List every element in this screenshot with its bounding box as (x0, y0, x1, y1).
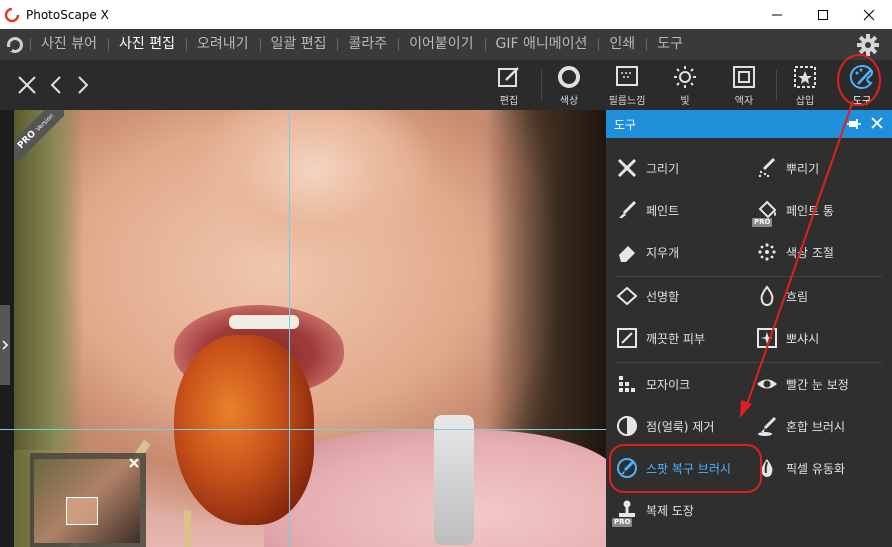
menu-batch-edit[interactable]: 일괄 편집 (259, 29, 338, 60)
left-panel-toggle[interactable] (0, 305, 10, 385)
tool-blur[interactable]: 흐림 (746, 278, 884, 314)
main-menu-bar: 사진 뷰어 사진 편집 오려내기 일괄 편집 콜라주 이어붙이기 GIF 애니메… (0, 29, 892, 60)
tools-palette-icon (849, 64, 874, 89)
eraser-icon (619, 246, 635, 262)
close-icon (863, 9, 875, 20)
draw-icon (617, 158, 637, 178)
close-x-icon (18, 76, 36, 94)
film-icon (616, 66, 638, 86)
color-circle-icon (558, 66, 580, 88)
tool-film[interactable]: 필름느낌 (599, 64, 655, 108)
app-logo-icon (4, 7, 20, 22)
sharpen-icon (616, 286, 638, 306)
scatter-icon (758, 157, 776, 178)
tool-paint[interactable]: 페인트 (606, 192, 744, 228)
menu-photo-editor[interactable]: 사진 편집 (107, 29, 186, 60)
tool-paint-bucket[interactable]: PRO 페인트 통 (746, 192, 884, 228)
navigator-thumbnail[interactable] (30, 453, 146, 547)
menu-photo-viewer[interactable]: 사진 뷰어 (30, 29, 108, 60)
insert-icon (794, 66, 816, 88)
tool-glow[interactable]: 뽀샤시 (746, 320, 884, 356)
tool-blend-brush[interactable]: 혼합 브러시 (746, 408, 884, 444)
maximize-button[interactable] (800, 0, 846, 29)
tool-frame[interactable]: 액자 (716, 64, 772, 108)
title-bar: PhotoScape X (0, 0, 892, 29)
tool-color-adjust[interactable]: 색상 조절 (746, 234, 884, 270)
tool-red-eye[interactable]: 빨간 눈 보정 (746, 366, 884, 402)
chevron-left-icon (50, 76, 61, 94)
window-title: PhotoScape X (26, 7, 109, 22)
menu-print[interactable]: 인쇄 (598, 29, 646, 60)
sun-icon (674, 66, 696, 88)
liquify-icon (761, 459, 773, 477)
tool-light[interactable]: 빛 (657, 64, 713, 108)
pin-icon[interactable] (846, 116, 862, 132)
navigator-viewport[interactable] (66, 497, 98, 525)
close-photo-button[interactable] (16, 72, 38, 98)
home-button[interactable] (0, 29, 30, 60)
previous-photo-button[interactable] (45, 72, 67, 98)
navigator-close-icon[interactable] (128, 457, 140, 469)
maximize-icon (818, 9, 828, 20)
chevron-right-small-icon (2, 340, 9, 350)
blend-brush-icon (758, 416, 777, 436)
clean-skin-icon (617, 328, 637, 348)
paint-brush-icon (619, 200, 637, 218)
tool-edit[interactable]: 편집 (481, 64, 537, 108)
spot-remove-icon (617, 416, 637, 436)
color-adjust-icon (758, 243, 776, 261)
tool-color[interactable]: 색상 (541, 64, 597, 108)
tool-mosaic[interactable]: 모자이크 (606, 366, 744, 402)
photo-canvas[interactable]: PRO Version (0, 110, 606, 547)
tool-insert[interactable]: 삽입 (777, 64, 833, 108)
minimize-icon (772, 14, 782, 15)
spot-heal-brush-icon (617, 458, 637, 478)
tool-spot-healing-brush[interactable]: 스팟 복구 브러시 (606, 450, 744, 486)
glow-icon (757, 328, 777, 348)
tool-draw[interactable]: 그리기 (606, 150, 744, 186)
tool-clone-stamp[interactable]: PRO 복제 도장 (606, 492, 744, 528)
photoscape-window: PhotoScape X 사진 뷰어 사진 편집 오려내기 일괄 편집 콜라주 … (0, 0, 892, 547)
settings-gear-icon[interactable] (856, 33, 880, 57)
edit-icon (498, 67, 519, 87)
editor-toolbar: 편집 색상 필름느낌 빛 액자 삽입 도구 (0, 60, 892, 110)
tool-tools[interactable]: 도구 (834, 64, 890, 108)
menu-combine[interactable]: 이어붙이기 (398, 29, 484, 60)
mosaic-icon (619, 376, 635, 392)
tools-panel-header: 도구 (606, 110, 892, 138)
close-panel-icon[interactable] (870, 116, 884, 130)
menu-cut-out[interactable]: 오려내기 (185, 29, 260, 60)
tool-spot-remove[interactable]: 점(얼룩) 제거 (606, 408, 744, 444)
tool-scatter[interactable]: 뿌리기 (746, 150, 884, 186)
tool-clean-skin[interactable]: 깨끗한 피부 (606, 320, 744, 356)
tool-liquify[interactable]: 픽셀 유동화 (746, 450, 884, 486)
guide-line-horizontal (0, 429, 606, 430)
app-home-icon (7, 36, 23, 53)
pro-version-badge: PRO Version (14, 110, 64, 160)
chevron-right-icon (78, 76, 89, 94)
tools-panel-title: 도구 (614, 117, 637, 132)
menu-tools[interactable]: 도구 (646, 29, 694, 60)
guide-line-vertical (289, 110, 290, 547)
red-eye-icon (757, 379, 777, 389)
menu-gif-animation[interactable]: GIF 애니메이션 (484, 29, 599, 60)
tools-panel: 도구 그리기 뿌리기 페인트 PRO 페인트 통 지우개 색상 조절 선명함 흐… (606, 110, 892, 547)
next-photo-button[interactable] (72, 72, 94, 98)
frame-icon (733, 66, 755, 88)
close-window-button[interactable] (846, 0, 892, 29)
menu-collage[interactable]: 콜라주 (337, 29, 398, 60)
blur-drop-icon (760, 285, 774, 306)
minimize-button[interactable] (754, 0, 800, 29)
tool-sharpen[interactable]: 선명함 (606, 278, 744, 314)
tool-eraser[interactable]: 지우개 (606, 234, 744, 270)
